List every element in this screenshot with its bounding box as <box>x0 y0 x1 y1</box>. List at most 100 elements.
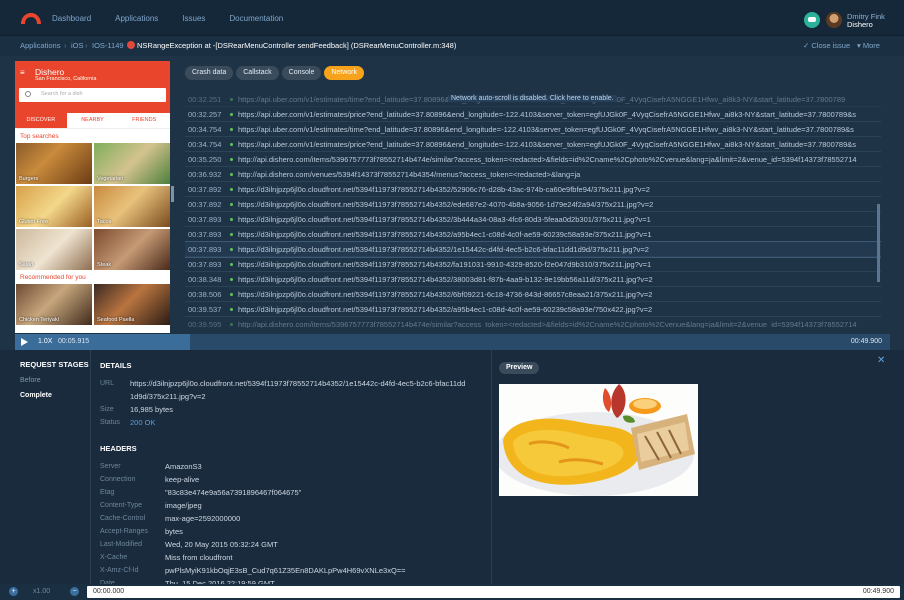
network-log-row[interactable]: 00:34.754 https://api.uber.com/v1/estimat… <box>185 122 881 137</box>
log-row-time: 00:37.893 <box>188 215 222 224</box>
status-dot-icon <box>230 113 233 116</box>
log-row-url: https://d3ilnjpzp6jl0o.cloudfront.net/53… <box>238 230 652 239</box>
filter-crash-data[interactable]: Crash data <box>185 66 234 80</box>
food-tile: Vegetarian <box>94 143 170 184</box>
network-log-row[interactable]: 00:36.932 http://api.dishero.com/venues/5… <box>185 167 881 182</box>
status-dot-icon <box>230 263 233 266</box>
breadcrumb: Applications › iOS › IOS-1149 NSRangeExc… <box>0 36 904 56</box>
log-row-time: 00:37.893 <box>188 230 222 239</box>
log-row-url: https://d3ilnjpzp6jl0o.cloudfront.net/53… <box>238 185 650 194</box>
food-tile-label: Salad <box>19 262 34 268</box>
breadcrumb-separator: › <box>64 41 67 50</box>
log-row-url: http://api.dishero.com/venues/5394f14373… <box>238 170 581 179</box>
more-menu-button[interactable]: ▾ More <box>857 41 880 50</box>
status-dot-icon <box>230 143 233 146</box>
url-label: URL <box>100 380 115 387</box>
error-icon <box>127 41 135 49</box>
timeline-scrubber[interactable]: 00:00.000 00:49.900 <box>87 586 900 598</box>
food-tile-label: Tacos <box>97 219 112 225</box>
preview-scrollbar[interactable] <box>171 186 174 202</box>
log-scrollbar[interactable] <box>877 204 880 282</box>
autoscroll-notice[interactable]: Network auto-scroll is disabled. Click h… <box>448 95 617 102</box>
filter-callstack[interactable]: Callstack <box>236 66 279 80</box>
network-log-row[interactable]: 00:37.892 https://d3ilnjpzp6jl0o.cloudfro… <box>185 182 881 197</box>
chat-icon[interactable] <box>804 12 820 28</box>
network-log-row[interactable]: 00:32.257 https://api.uber.com/v1/estimat… <box>185 107 881 122</box>
app-tab-friends: FRIENDS <box>132 117 157 123</box>
food-tile: Salad <box>16 229 92 270</box>
log-row-url: https://d3ilnjpzp6jl0o.cloudfront.net/53… <box>238 290 653 299</box>
food-tile: Burgers <box>16 143 92 184</box>
search-icon <box>25 91 31 97</box>
network-log-row[interactable]: 00:39.595 http://api.dishero.com/items/53… <box>185 317 881 328</box>
stage-complete[interactable]: Complete <box>20 392 89 399</box>
network-log-row[interactable]: 00:38.348 https://d3ilnjpzp6jl0o.cloudfro… <box>185 272 881 287</box>
page-title: NSRangeException at -[DSRearMenuControll… <box>137 41 457 50</box>
device-screenshot: ≡ Dishero San Francisco, California Sear… <box>15 61 170 333</box>
network-log-row[interactable]: 00:37.893 https://d3ilnjpzp6jl0o.cloudfro… <box>185 257 881 272</box>
header-key: X-Cache <box>100 554 128 561</box>
nav-documentation[interactable]: Documentation <box>229 14 283 23</box>
zoom-out-button[interactable]: − <box>70 587 79 596</box>
network-log-row[interactable]: 00:38.506 https://d3ilnjpzp6jl0o.cloudfro… <box>185 287 881 302</box>
playback-speed[interactable]: 1.0X <box>38 338 52 345</box>
avatar[interactable] <box>826 12 842 28</box>
status-dot-icon <box>230 278 233 281</box>
food-tile-label: Gluten Free <box>19 219 49 225</box>
breadcrumb-applications[interactable]: Applications <box>20 41 60 50</box>
log-row-time: 00:38.348 <box>188 275 222 284</box>
status-dot-icon <box>230 323 233 326</box>
play-icon[interactable] <box>21 338 28 346</box>
close-icon[interactable]: ✕ <box>877 355 885 366</box>
log-row-time: 00:32.251 <box>188 95 222 104</box>
status-dot-icon <box>230 248 233 251</box>
timeline-end-time: 00:49.900 <box>862 588 894 595</box>
nav-applications[interactable]: Applications <box>115 14 158 23</box>
log-row-time: 00:37.892 <box>188 185 222 194</box>
network-log: 00:32.251 https://api.uber.com/v1/estimat… <box>185 92 881 328</box>
request-stages: REQUEST STAGES Before Complete <box>20 360 89 399</box>
status-value: 200 OK <box>130 418 156 427</box>
app-location: San Francisco, California <box>35 76 97 82</box>
network-log-row[interactable]: 00:37.892 https://d3ilnjpzp6jl0o.cloudfro… <box>185 197 881 212</box>
status-dot-icon <box>230 308 233 311</box>
header-key: Etag <box>100 489 115 496</box>
playback-bar[interactable]: 1.0X 00:05.915 00:49.900 <box>15 334 890 350</box>
status-dot-icon <box>230 218 233 221</box>
food-tile-label: Steak <box>97 262 112 268</box>
log-filters: Crash data Callstack Console Network <box>185 66 367 80</box>
user-org[interactable]: Dishero <box>847 21 873 29</box>
instabug-logo-icon[interactable] <box>20 12 42 24</box>
section-recommended: Recommended for you <box>20 274 86 281</box>
breadcrumb-issue-id[interactable]: IOS-1149 <box>92 41 124 50</box>
log-row-time: 00:39.595 <box>188 320 222 328</box>
log-row-time: 00:37.893 <box>188 260 222 269</box>
filter-console[interactable]: Console <box>281 66 322 80</box>
network-log-row[interactable]: 00:37.893 https://d3ilnjpzp6jl0o.cloudfro… <box>185 212 881 227</box>
breadcrumb-ios[interactable]: iOS <box>71 41 84 50</box>
header-value: Miss from cloudfront <box>165 553 233 562</box>
network-log-row[interactable]: 00:39.537 https://d3ilnjpzp6jl0o.cloudfro… <box>185 302 881 317</box>
status-dot-icon <box>230 188 233 191</box>
network-log-row[interactable]: 00:37.893 https://d3ilnjpzp6jl0o.cloudfro… <box>185 241 881 258</box>
status-dot-icon <box>230 158 233 161</box>
close-issue-button[interactable]: ✓ Close issue <box>803 41 850 50</box>
log-row-time: 00:34.754 <box>188 140 222 149</box>
network-log-row[interactable]: 00:34.754 https://api.uber.com/v1/estimat… <box>185 137 881 152</box>
network-log-row[interactable]: 00:37.893 https://d3ilnjpzp6jl0o.cloudfro… <box>185 227 881 242</box>
status-dot-icon <box>230 128 233 131</box>
food-tile: Seafood Paella <box>94 284 170 325</box>
zoom-in-button[interactable]: + <box>9 587 18 596</box>
nav-issues[interactable]: Issues <box>182 14 205 23</box>
app-tab-discover: DISCOVER <box>15 113 67 128</box>
status-dot-icon <box>230 293 233 296</box>
nav-dashboard[interactable]: Dashboard <box>52 14 91 23</box>
network-log-row[interactable]: 00:35.250 http://api.dishero.com/items/53… <box>185 152 881 167</box>
log-row-url: https://d3ilnjpzp6jl0o.cloudfront.net/53… <box>238 305 653 314</box>
filter-network[interactable]: Network <box>324 66 365 80</box>
header-key: Content-Type <box>100 502 143 509</box>
status-dot-icon <box>230 203 233 206</box>
stage-before[interactable]: Before <box>20 377 89 384</box>
log-row-url: https://api.uber.com/v1/estimates/price?… <box>238 110 857 119</box>
header-value: image/jpeg <box>165 501 202 510</box>
